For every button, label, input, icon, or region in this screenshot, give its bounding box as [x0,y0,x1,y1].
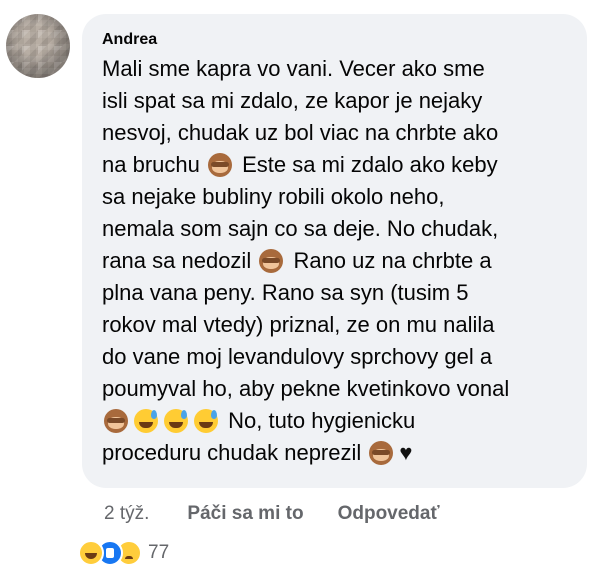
comment-text: No, tuto hygienicku [222,408,416,433]
sweat-smile-emoji-icon [134,409,158,433]
comment-text-line: poumyval ho, aby pekne kvetinkovo vonal [102,373,569,405]
comment-text: do vane moj levandulovy sprchovy gel a [102,344,493,369]
avatar-pixelation [6,14,70,78]
comment-text: plna vana peny. Rano sa syn (tusim 5 [102,280,469,305]
reply-button[interactable]: Odpovedať [338,503,440,525]
comment-text-line: sa nejake bubliny robili okolo neho, [102,181,569,213]
comment-bubble: Andrea Mali sme kapra vo vani. Vecer ako… [82,14,587,488]
see-no-evil-monkey-emoji-icon [259,249,284,273]
see-no-evil-monkey-emoji-icon [369,441,394,465]
comment-text-line: do vane moj levandulovy sprchovy gel a [102,341,569,373]
comment-text: Este sa mi zdalo ako keby [235,152,498,177]
comment-text-line: na bruchu Este sa mi zdalo ako keby [102,149,569,181]
comment-text: proceduru chudak neprezil [102,440,368,465]
comment-text: sa nejake bubliny robili okolo neho, [102,184,445,209]
reactions-summary[interactable]: 77 [78,540,169,566]
comment-text-line: isli spat sa mi zdalo, ze kapor je nejak… [102,85,569,117]
like-button[interactable]: Páči sa mi to [187,503,303,525]
comment-text-line: plna vana peny. Rano sa syn (tusim 5 [102,277,569,309]
comment-text: Rano uz na chrbte a [287,248,492,273]
comment-text: rana sa nedozil [102,248,258,273]
comment-text-line: rokov mal vtedy) priznal, ze on mu nalil… [102,309,569,341]
comment-text-line: nemala som sajn co sa deje. No chudak, [102,213,569,245]
see-no-evil-monkey-emoji-icon [207,153,232,177]
comment-text: na bruchu [102,152,206,177]
comment-timestamp[interactable]: 2 týž. [104,503,149,525]
comment-text-line: proceduru chudak neprezil ♥ [102,437,569,469]
comment-text-line: No, tuto hygienicku [102,405,569,437]
comment-body: Mali sme kapra vo vani. Vecer ako sme isl… [102,53,569,469]
sweat-smile-emoji-icon [194,409,218,433]
comment-text-line: nesvoj, chudak uz bol viac na chrbte ako [102,117,569,149]
comment-text: nemala som sajn co sa deje. No chudak, [102,216,499,241]
haha-reaction-icon [78,540,104,566]
comment-author[interactable]: Andrea [102,30,569,50]
comment-text: nesvoj, chudak uz bol viac na chrbte ako [102,120,499,145]
comment-text: rokov mal vtedy) priznal, ze on mu nalil… [102,312,495,337]
comment-text: Mali sme kapra vo vani. Vecer ako sme [102,56,485,81]
sweat-smile-emoji-icon [164,409,188,433]
comment-actions: 2 týž. Páči sa mi to Odpovedať [104,503,474,525]
comment-text: isli spat sa mi zdalo, ze kapor je nejak… [102,88,483,113]
comment-text: poumyval ho, aby pekne kvetinkovo vonal [102,376,510,401]
avatar[interactable] [6,14,70,78]
comment-text-line: rana sa nedozil Rano uz na chrbte a [102,245,569,277]
reaction-count: 77 [148,542,170,563]
comment-text-line: Mali sme kapra vo vani. Vecer ako sme [102,53,569,85]
see-no-evil-monkey-emoji-icon [104,409,128,433]
black-heart-emoji-icon: ♥ [399,440,413,465]
